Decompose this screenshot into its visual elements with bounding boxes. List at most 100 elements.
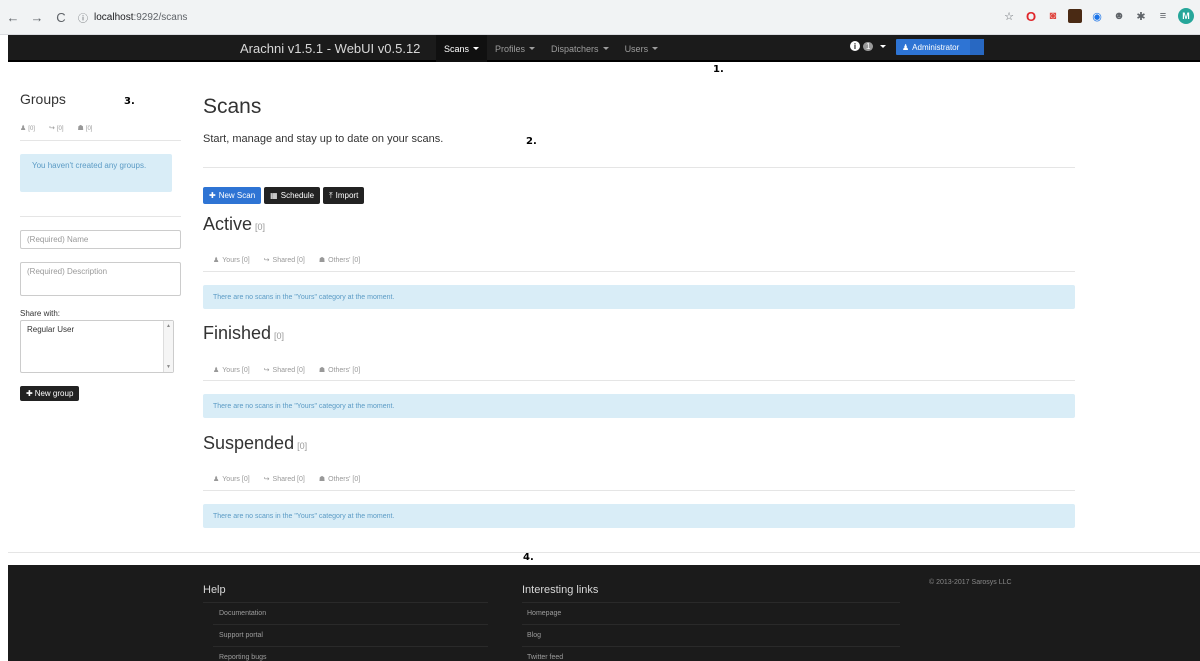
- finished-tab-others[interactable]: ☗ Others' [0]: [319, 366, 360, 374]
- group-icon: ☗: [318, 367, 326, 374]
- administrator-dropdown-toggle[interactable]: [970, 39, 984, 55]
- nav-scans-label: Scans: [444, 43, 470, 54]
- footer-link-blog[interactable]: Blog: [527, 632, 541, 639]
- share-icon: ↪: [263, 257, 270, 264]
- finished-tabs: ♟ Yours [0] ↪ Shared [0] ☗ Others' [0]: [213, 366, 360, 374]
- footer-divider: [8, 552, 1200, 553]
- annotation-1: 1.: [713, 64, 724, 75]
- nav-scans-dropdown[interactable]: Scans: [436, 35, 488, 62]
- select-scrollbar[interactable]: [163, 321, 173, 372]
- nav-dispatchers-label: Dispatchers: [551, 43, 599, 54]
- user-icon: ♟: [213, 257, 220, 264]
- suspended-section-title: Suspended [0]: [203, 433, 307, 454]
- active-tab-shared[interactable]: ↪ Shared [0]: [264, 256, 305, 264]
- groups-tab-shared-label: [0]: [56, 126, 64, 132]
- groups-tab-shared[interactable]: ↪ [0]: [49, 124, 64, 132]
- nav-users-dropdown[interactable]: Users: [617, 35, 667, 62]
- finished-empty-alert: There are no scans in the "Yours" catego…: [203, 394, 1075, 418]
- finished-tab-yours[interactable]: ♟ Yours [0]: [213, 366, 250, 374]
- finished-tab-yours-label: Yours [0]: [222, 367, 250, 374]
- suspended-tab-others[interactable]: ☗ Others' [0]: [319, 475, 360, 483]
- panda-extension-icon[interactable]: ☻: [1112, 9, 1126, 23]
- footer-rule: [522, 646, 900, 647]
- extensions-area: ☆ O ◙ ◉ ☻ ✱ ≡ M: [1002, 8, 1194, 24]
- annotation-2: 2.: [526, 136, 537, 147]
- schedule-button[interactable]: ▦ Schedule: [264, 187, 321, 204]
- administrator-label: Administrator: [912, 42, 960, 52]
- nav-profiles-dropdown[interactable]: Profiles: [487, 35, 543, 62]
- groups-tab-yours[interactable]: ♟ [0]: [20, 124, 35, 132]
- user-icon: ♟: [213, 367, 220, 374]
- active-title-text: Active: [203, 214, 253, 234]
- nav-menu: Scans Profiles Dispatchers Users: [436, 35, 666, 62]
- user-icon: ♟: [20, 125, 27, 132]
- info-icon: i: [850, 41, 860, 51]
- app-navbar: Arachni v1.5.1 - WebUI v0.5.12 Scans Pro…: [8, 35, 1200, 62]
- active-tab-shared-label: Shared [0]: [272, 257, 305, 264]
- footer-help-heading: Help: [203, 584, 226, 596]
- footer-link-reporting-bugs[interactable]: Reporting bugs: [219, 654, 266, 661]
- calendar-icon: ▦: [270, 191, 278, 200]
- suspended-tab-shared[interactable]: ↪ Shared [0]: [264, 475, 305, 483]
- notifications-dropdown[interactable]: i 1: [850, 41, 887, 51]
- active-tab-yours[interactable]: ♟ Yours [0]: [213, 256, 250, 264]
- groups-tab-others[interactable]: ☗ [0]: [78, 124, 93, 132]
- blue-extension-icon[interactable]: ◉: [1090, 9, 1104, 23]
- import-button[interactable]: ⤒ Import: [323, 187, 365, 204]
- caret-down-icon: [602, 47, 609, 50]
- divider: [203, 167, 1075, 168]
- administrator-button[interactable]: ♟ Administrator: [896, 39, 984, 55]
- dark-extension-icon[interactable]: [1068, 9, 1082, 23]
- group-description-input[interactable]: (Required) Description: [20, 262, 181, 296]
- suspended-tab-yours-label: Yours [0]: [222, 476, 250, 483]
- groups-tab-yours-label: [0]: [28, 126, 35, 132]
- footer-rule: [213, 624, 488, 625]
- active-tab-others[interactable]: ☗ Others' [0]: [319, 256, 360, 264]
- share-icon: ↪: [48, 125, 55, 132]
- group-name-input[interactable]: (Required) Name: [20, 230, 181, 249]
- divider: [203, 380, 1075, 381]
- profile-avatar[interactable]: M: [1178, 8, 1194, 24]
- share-option-regular-user[interactable]: Regular User: [27, 325, 74, 334]
- suspended-tab-yours[interactable]: ♟ Yours [0]: [213, 475, 250, 483]
- new-scan-button[interactable]: ✚ New Scan: [203, 187, 262, 204]
- reading-list-icon[interactable]: ≡: [1156, 9, 1170, 23]
- page-subtitle: Start, manage and stay up to date on you…: [203, 133, 444, 145]
- suspended-tab-shared-label: Shared [0]: [272, 476, 305, 483]
- site-info-icon[interactable]: ⓘ: [78, 10, 88, 25]
- share-with-select[interactable]: Regular User: [20, 320, 174, 373]
- brand-title[interactable]: Arachni v1.5.1 - WebUI v0.5.12: [240, 41, 420, 56]
- finished-tab-shared-label: Shared [0]: [272, 367, 305, 374]
- active-tabs: ♟ Yours [0] ↪ Shared [0] ☗ Others' [0]: [213, 256, 360, 264]
- reload-icon[interactable]: C: [52, 8, 70, 26]
- import-label: Import: [335, 191, 359, 200]
- bookmark-star-icon[interactable]: ☆: [1002, 9, 1016, 23]
- back-arrow-icon[interactable]: ←: [4, 8, 22, 26]
- footer-link-documentation[interactable]: Documentation: [219, 610, 266, 617]
- active-count: [0]: [255, 222, 266, 232]
- footer-link-homepage[interactable]: Homepage: [527, 610, 561, 617]
- footer-link-twitter-feed[interactable]: Twitter feed: [527, 654, 563, 661]
- new-group-button[interactable]: ✚ New group: [20, 386, 80, 401]
- forward-arrow-icon[interactable]: →: [28, 8, 46, 26]
- puzzle-extensions-icon[interactable]: ✱: [1134, 9, 1148, 23]
- nav-users-label: Users: [624, 43, 649, 54]
- footer-rule: [213, 646, 488, 647]
- nav-dispatchers-dropdown[interactable]: Dispatchers: [543, 35, 617, 62]
- new-scan-label: New Scan: [218, 191, 256, 200]
- share-icon: ↪: [263, 476, 270, 483]
- share-with-label: Share with:: [20, 309, 61, 318]
- divider: [203, 490, 1075, 491]
- url-path: :9292/scans: [133, 11, 188, 23]
- user-icon: ♟: [213, 476, 220, 483]
- translate-extension-icon[interactable]: ◙: [1046, 9, 1060, 23]
- scan-actions-toolbar: ✚ New Scan ▦ Schedule ⤒ Import: [203, 187, 365, 204]
- caret-down-icon: [473, 47, 480, 50]
- footer-link-support-portal[interactable]: Support portal: [219, 632, 263, 639]
- opera-extension-icon[interactable]: O: [1024, 9, 1038, 24]
- footer-rule: [203, 602, 488, 603]
- finished-tab-shared[interactable]: ↪ Shared [0]: [264, 366, 305, 374]
- share-icon: ↪: [263, 367, 270, 374]
- address-bar[interactable]: ⓘ localhost:9292/scans: [78, 7, 187, 27]
- divider: [20, 216, 181, 217]
